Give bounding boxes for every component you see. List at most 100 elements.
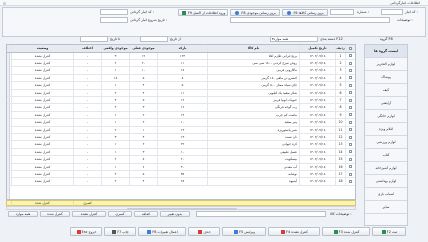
tab-unchanged[interactable]: بدون تغییر: [160, 211, 190, 217]
desc-input[interactable]: [230, 17, 390, 23]
row-checkbox[interactable]: [349, 179, 352, 183]
sidebar-item-4[interactable]: آرایشی: [365, 97, 407, 110]
table-row[interactable]: 1 ۱۴۰۲/۰۷/۱۸ برنج ایرانی طارم اعلا ۱۲۴ ۱۲ ۳- ک…: [7, 52, 355, 60]
sidebar-item-0[interactable]: لیست گروه ها: [365, 45, 407, 58]
number-input[interactable]: [330, 9, 354, 15]
from-date-input[interactable]: [140, 36, 168, 42]
sidebar-item-11[interactable]: اسباب بازی: [365, 188, 407, 201]
sidebar-item-12[interactable]: سایر: [365, 201, 407, 214]
row-select-cell[interactable]: [345, 104, 355, 112]
row-select-cell[interactable]: [345, 111, 355, 119]
table-row[interactable]: 18 ۱۴۰۲/۰۷/۱۸ آبمیوه ۲۸ ۴ ۲- کنترل نشده: [7, 178, 355, 186]
table-row[interactable]: 7 ۱۴۰۲/۰۷/۱۸ حبوبات لوبیا قرمز ۱۹ ۵ ۴- کنترل ن…: [7, 97, 355, 105]
row-checkbox[interactable]: [349, 113, 352, 117]
row-select-cell[interactable]: [345, 119, 355, 127]
to-date-input[interactable]: [80, 36, 108, 42]
table-row[interactable]: 8 ۱۴۰۲/۰۷/۱۸ رب گوجه فرنگی ۱۶ ۳ ۲- کنترل نشده: [7, 104, 355, 112]
scroll-thumb[interactable]: [127, 207, 237, 210]
row-select-cell[interactable]: [345, 74, 355, 82]
col-select[interactable]: [345, 45, 355, 52]
update-stock-button[interactable]: F8 بروز رسانی موجودی: [230, 9, 280, 16]
row-checkbox[interactable]: [349, 120, 352, 124]
row-select-cell[interactable]: [345, 148, 355, 156]
cell-current: ۲: [129, 111, 157, 119]
exit-button[interactable]: Esc خروج: [70, 227, 102, 236]
row-checkbox[interactable]: [349, 135, 352, 139]
table-row[interactable]: 3 ۱۴۰۲/۰۷/۱۸ ماکارونی فرمی ۱۷ ۱۰ ۱- کنترل نشده: [7, 67, 355, 75]
row-checkbox[interactable]: [349, 172, 352, 176]
window-menu-icon[interactable]: [3, 1, 6, 5]
warehouse-name-input[interactable]: [100, 9, 128, 15]
edit-button[interactable]: F5 ویرایش: [222, 227, 266, 236]
row-checkbox[interactable]: [349, 165, 352, 169]
row-checkbox[interactable]: [349, 150, 352, 154]
table-row[interactable]: 16 ۱۴۰۲/۰۷/۱۸ آب معدنی ۴۰ ۶ ۱- کنترل نشده: [7, 163, 355, 171]
grid-horizontal-scrollbar[interactable]: [6, 206, 356, 210]
table-row[interactable]: 5 ۱۴۰۲/۰۷/۱۸ چای سیاه ممتاز ۵۰۰ گرمی ۵ ۴ ۱- کن…: [7, 82, 355, 90]
row-select-cell[interactable]: [345, 97, 355, 104]
excel-import-button[interactable]: F9 ورود اطلاعات از اکسل: [178, 9, 228, 16]
row-select-cell[interactable]: [345, 82, 355, 90]
sidebar-item-9[interactable]: لوازم آشپزخانه: [365, 162, 407, 175]
row-checkbox[interactable]: [349, 98, 352, 102]
print-button[interactable]: F7 چاپ: [104, 227, 136, 236]
table-row[interactable]: 12 ۱۴۰۲/۰۷/۱۸ نان تست ۱۳ ۴ ۳- کنترل نشده: [7, 134, 355, 142]
sidebar-item-1[interactable]: لوازم التحریر: [365, 58, 407, 71]
table-row[interactable]: 4 ۱۴۰۲/۰۷/۱۸ کنسرو تن ماهی ۱۸۰ گرمی ۸ ۵ ۱۸- کن…: [7, 74, 355, 83]
select-all-checkbox[interactable]: [349, 46, 352, 50]
mark-uncontrolled-button[interactable]: F4 کنترل نشده: [268, 227, 320, 236]
start-date-input[interactable]: [100, 17, 128, 23]
code-input[interactable]: [381, 9, 403, 15]
tab-uncontrolled[interactable]: کنترل نشده: [72, 211, 106, 217]
save-button[interactable]: F2 ثبت: [372, 227, 406, 236]
row-checkbox[interactable]: [349, 68, 352, 72]
row-checkbox[interactable]: [349, 157, 352, 161]
row-select-cell[interactable]: [345, 60, 355, 67]
table-row[interactable]: 15 ۱۴۰۲/۰۷/۱۸ بیسکویت ۲۰ ۸ ۲- کنترل نشده: [7, 156, 355, 164]
sidebar-item-10[interactable]: لوازم بهداشتی: [365, 175, 407, 188]
row-select-cell[interactable]: [345, 89, 355, 97]
row-checkbox[interactable]: [349, 105, 352, 109]
tab-all[interactable]: همه موارد: [8, 211, 38, 217]
sidebar-item-7[interactable]: لوازم ورزشی: [365, 136, 407, 149]
row-select-cell[interactable]: [345, 134, 355, 141]
table-row[interactable]: 13 ۱۴۰۲/۰۷/۱۸ کره حیوانی ۲۲ ۲ ۱- کنترل نشده: [7, 141, 355, 149]
apply-changes-button[interactable]: F6 اعمال تغییرات: [138, 227, 186, 236]
table-row[interactable]: 2 ۱۴۰۲/۰۷/۱۸ روغن سرخ کردنی ۱۸۰۰ سی سی ۱۱ ۲۰…: [7, 60, 355, 68]
row-checkbox[interactable]: [349, 61, 352, 65]
row-checkbox[interactable]: [349, 128, 352, 132]
table-row[interactable]: 11 ۱۴۰۲/۰۷/۱۸ شیر پاستوریزه ۱۳ ۱ ۲- کنترل نشده: [7, 126, 355, 134]
sidebar-item-3[interactable]: کیف: [365, 84, 407, 97]
row-select-cell[interactable]: [345, 126, 355, 134]
tab-surplus[interactable]: اضافه: [134, 211, 158, 217]
tab-shortage[interactable]: کسری: [108, 211, 132, 217]
row-checkbox[interactable]: [349, 54, 352, 58]
row-select-cell[interactable]: [345, 156, 355, 164]
table-row[interactable]: 9 ۱۴۰۲/۰۷/۱۸ ماست کم چرب ۱۴ ۲ ۱- کنترل نشده: [7, 111, 355, 120]
update-items-button[interactable]: F6 بروز رسانی کالاها: [282, 9, 328, 16]
row-checkbox[interactable]: [349, 91, 352, 95]
table-row[interactable]: 17 ۱۴۰۲/۰۷/۱۸ نوشابه ۳۵ ۵ ۲- کنترل نشده: [7, 171, 355, 179]
row-select-cell[interactable]: [345, 67, 355, 75]
row-checkbox[interactable]: [349, 76, 352, 80]
sidebar-item-8[interactable]: کتاب: [365, 149, 407, 162]
row-select-cell[interactable]: [345, 52, 355, 60]
row-select-cell[interactable]: [345, 141, 355, 149]
row-select-cell[interactable]: [345, 171, 355, 178]
row-checkbox[interactable]: [349, 83, 352, 87]
table-row[interactable]: 14 ۱۴۰۲/۰۷/۱۸ عسل طبیعی ۱۰ ۳ ۱- کنترل نشده: [7, 148, 355, 157]
mark-controlled-button[interactable]: F3 کنترل شده: [322, 227, 370, 236]
sidebar-item-2[interactable]: پوشاک: [365, 71, 407, 84]
group-filter-select[interactable]: همه موارد ▾: [270, 36, 318, 42]
item-notes-input[interactable]: [196, 211, 326, 217]
table-row[interactable]: 6 ۱۴۰۲/۰۷/۱۸ شکر سفید یک کیلویی ۱۱ ۴ ۲- کنترل …: [7, 89, 355, 97]
delete-button[interactable]: حذف: [188, 227, 220, 236]
sidebar-item-5[interactable]: لوازم خانگی: [365, 110, 407, 123]
cell-diff: -: [73, 148, 101, 156]
row-select-cell[interactable]: [345, 163, 355, 171]
row-checkbox[interactable]: [349, 142, 352, 146]
table-row[interactable]: 10 ۱۴۰۲/۰۷/۱۸ پنیر سفید ۱۰ ۲ ۱- کنترل نشده: [7, 119, 355, 127]
row-select-cell[interactable]: [345, 178, 355, 186]
tab-controlled[interactable]: کنترل شده: [40, 211, 70, 217]
sidebar-item-6[interactable]: اقلام ویژه: [365, 123, 407, 136]
